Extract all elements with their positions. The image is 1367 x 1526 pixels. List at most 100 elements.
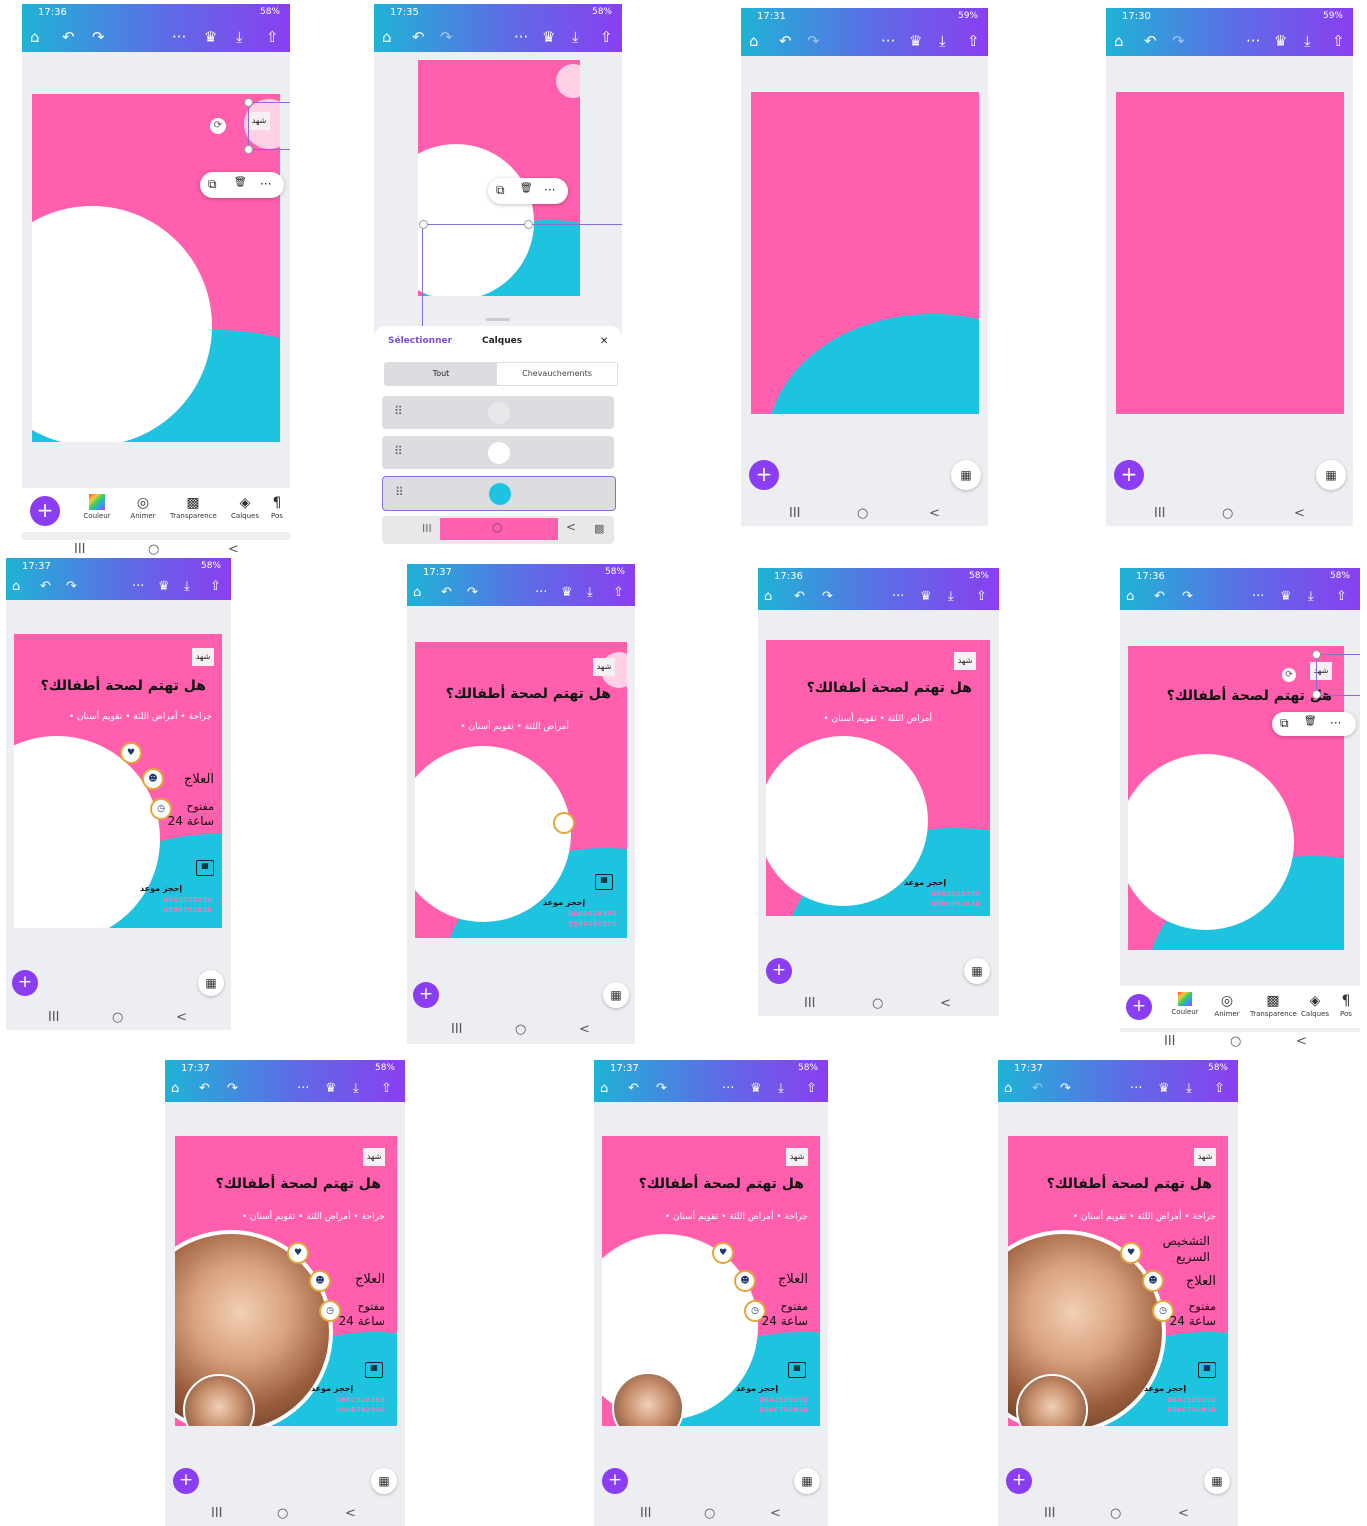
resize-handle[interactable] bbox=[1312, 690, 1321, 699]
logo-image[interactable]: شهد bbox=[363, 1148, 385, 1166]
book-appointment-label[interactable]: إحجز موعد bbox=[1144, 1384, 1186, 1393]
crown-icon[interactable]: ♛ bbox=[909, 32, 922, 50]
add-button[interactable]: + bbox=[12, 970, 38, 996]
share-icon[interactable]: ⇧ bbox=[967, 32, 980, 50]
tool-transparency[interactable]: ▩ Transparence bbox=[1250, 992, 1297, 1018]
nav-home-icon[interactable]: ○ bbox=[515, 1022, 526, 1037]
heart-pin-icon[interactable]: ♥ bbox=[120, 742, 142, 764]
diagnosis-label-line1[interactable]: التشخيص bbox=[1163, 1234, 1210, 1248]
nav-back-icon[interactable]: < bbox=[579, 1022, 590, 1037]
grid-view-button[interactable]: ▦ bbox=[964, 958, 990, 984]
nav-recent-icon[interactable]: III bbox=[1164, 1034, 1176, 1049]
design-canvas[interactable]: شهد هل تهتم لصحة أطفالك؟ • أمراض اللثة •… bbox=[415, 642, 627, 938]
download-icon[interactable]: ⤓ bbox=[1308, 588, 1314, 606]
undo-icon[interactable]: ↶ bbox=[628, 1080, 639, 1098]
calendar-icon[interactable]: ▦ bbox=[595, 874, 613, 890]
redo-icon[interactable]: ↷ bbox=[467, 584, 478, 602]
design-canvas[interactable]: شهد bbox=[32, 94, 280, 442]
crown-icon[interactable]: ♛ bbox=[325, 1080, 337, 1098]
book-appointment-label[interactable]: إحجز موعد bbox=[543, 898, 585, 907]
rotate-button[interactable]: ⟳ bbox=[1282, 668, 1296, 682]
share-icon[interactable]: ⇧ bbox=[806, 1080, 817, 1098]
person-pin-icon[interactable]: ☻ bbox=[1142, 1270, 1164, 1292]
more-icon[interactable]: ··· bbox=[892, 588, 904, 606]
download-icon[interactable]: ⤓ bbox=[184, 578, 190, 596]
selection-box[interactable] bbox=[1316, 654, 1360, 696]
headline[interactable]: هل تهتم لصحة أطفالك؟ bbox=[41, 678, 206, 694]
add-button[interactable]: + bbox=[602, 1468, 628, 1494]
undo-icon[interactable]: ↶ bbox=[62, 28, 75, 46]
home-icon[interactable]: ⌂ bbox=[1126, 588, 1134, 606]
download-icon[interactable]: ⤓ bbox=[778, 1080, 784, 1098]
design-canvas[interactable]: شهد هل تهتم لصحة أطفالك؟ • أمراض اللثة •… bbox=[766, 640, 990, 916]
book-appointment-label[interactable]: إحجز موعد bbox=[736, 1384, 778, 1393]
layer-item[interactable]: III ○ < ▩ bbox=[382, 516, 614, 544]
crown-icon[interactable]: ♛ bbox=[1280, 588, 1292, 606]
book-appointment-label[interactable]: إحجز موعد bbox=[311, 1384, 353, 1393]
person-pin-icon[interactable]: ☻ bbox=[309, 1270, 331, 1292]
resize-handle[interactable] bbox=[1312, 650, 1321, 659]
more-icon[interactable]: ··· bbox=[881, 32, 895, 50]
undo-icon[interactable]: ↶ bbox=[40, 578, 51, 596]
nav-recent-icon[interactable]: III bbox=[211, 1506, 223, 1521]
crown-icon[interactable]: ♛ bbox=[750, 1080, 762, 1098]
calendar-icon[interactable]: ▦ bbox=[365, 1362, 383, 1378]
headline[interactable]: هل تهتم لصحة أطفالك؟ bbox=[446, 686, 611, 702]
nav-recent-icon[interactable]: III bbox=[804, 996, 816, 1011]
trash-icon[interactable]: 🗑 bbox=[1304, 716, 1317, 727]
nav-home-icon[interactable]: ○ bbox=[704, 1506, 715, 1521]
hours-label[interactable]: 24 ساعة bbox=[1170, 1314, 1216, 1328]
drag-handle-icon[interactable]: ⠿ bbox=[395, 485, 404, 499]
design-canvas[interactable] bbox=[1116, 92, 1344, 414]
layer-item-selected[interactable]: ⠿ bbox=[382, 476, 616, 511]
services-list[interactable]: • أمراض اللثة • تقويم أسنان bbox=[823, 714, 932, 724]
add-button[interactable]: + bbox=[413, 982, 439, 1008]
design-canvas[interactable]: شهد هل تهتم لصحة أطفالك؟ • جراحة • أمراض… bbox=[602, 1136, 820, 1426]
nav-recent-icon[interactable]: III bbox=[1154, 506, 1166, 521]
nav-recent-icon[interactable]: III bbox=[640, 1506, 652, 1521]
phone-number-1[interactable]: 0662528292 bbox=[1167, 1396, 1216, 1404]
undo-icon[interactable]: ↶ bbox=[1154, 588, 1165, 606]
nav-back-icon[interactable]: < bbox=[1178, 1506, 1189, 1521]
nav-recent-icon[interactable]: III bbox=[789, 506, 801, 521]
heart-pin-icon[interactable]: ♥ bbox=[287, 1242, 309, 1264]
crown-icon[interactable]: ♛ bbox=[561, 584, 573, 602]
redo-icon[interactable]: ↷ bbox=[440, 28, 453, 46]
nav-back-icon[interactable]: < bbox=[929, 506, 940, 521]
hours-label[interactable]: 24 ساعة bbox=[339, 1314, 385, 1328]
nav-back-icon[interactable]: < bbox=[770, 1506, 781, 1521]
more-icon[interactable]: ··· bbox=[297, 1080, 309, 1098]
grid-view-button[interactable]: ▦ bbox=[603, 982, 629, 1008]
nav-home-icon[interactable]: ○ bbox=[857, 506, 868, 521]
add-button[interactable]: + bbox=[1126, 994, 1152, 1020]
trash-icon[interactable]: 🗑 bbox=[234, 177, 247, 188]
undo-icon[interactable]: ↶ bbox=[794, 588, 805, 606]
headline[interactable]: هل تهتم لصحة أطفالك؟ bbox=[639, 1176, 804, 1192]
download-icon[interactable]: ⤓ bbox=[587, 584, 593, 602]
phone-number-1[interactable]: 0662528292 bbox=[759, 1396, 808, 1404]
undo-icon[interactable]: ↶ bbox=[1032, 1080, 1043, 1098]
nav-home-icon[interactable]: ○ bbox=[492, 520, 502, 534]
drag-handle-icon[interactable]: ⠿ bbox=[394, 404, 403, 418]
home-icon[interactable]: ⌂ bbox=[30, 28, 40, 46]
download-icon[interactable]: ⤓ bbox=[353, 1080, 359, 1098]
copy-icon[interactable]: ⧉ bbox=[208, 177, 217, 192]
open-label[interactable]: مفتوح bbox=[357, 1300, 385, 1313]
home-icon[interactable]: ⌂ bbox=[1004, 1080, 1012, 1098]
book-appointment-label[interactable]: إحجز موعد bbox=[140, 884, 182, 893]
share-icon[interactable]: ⇧ bbox=[1336, 588, 1347, 606]
phone-number-2[interactable]: 0586792826 bbox=[568, 920, 617, 928]
download-icon[interactable]: ⤓ bbox=[1186, 1080, 1192, 1098]
logo-image[interactable]: شهد bbox=[786, 1148, 808, 1166]
phone-number-1[interactable]: 0662528292 bbox=[163, 896, 212, 904]
headline[interactable]: هل تهتم لصحة أطفالك؟ bbox=[1167, 688, 1332, 704]
nav-home-icon[interactable]: ○ bbox=[148, 542, 159, 556]
services-list[interactable]: • أمراض اللثة • تقويم أسنان bbox=[460, 722, 569, 732]
tool-animate[interactable]: ◎ Animer bbox=[120, 494, 166, 520]
redo-icon[interactable]: ↷ bbox=[807, 32, 820, 50]
tab-all[interactable]: Tout bbox=[385, 363, 497, 385]
share-icon[interactable]: ⇧ bbox=[976, 588, 987, 606]
nav-back-icon[interactable]: < bbox=[228, 542, 239, 556]
home-icon[interactable]: ⌂ bbox=[600, 1080, 608, 1098]
nav-home-icon[interactable]: ○ bbox=[872, 996, 883, 1011]
